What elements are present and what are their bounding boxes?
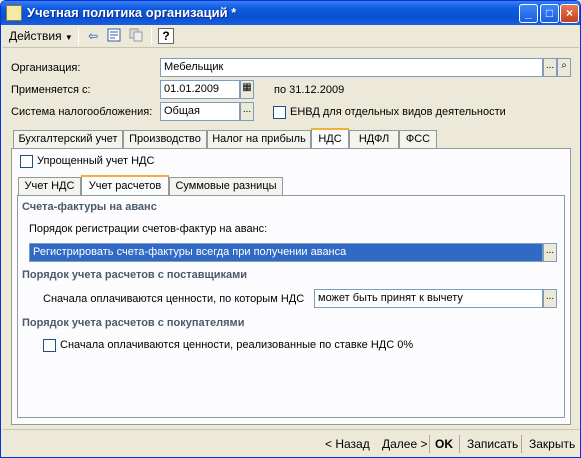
go-to-arrow-icon[interactable]: ⇦ [84, 28, 102, 45]
organization-select-button[interactable]: ... [543, 58, 557, 77]
simplified-nds-checkbox[interactable] [20, 155, 33, 168]
buyers-section-heading: Порядок учета расчетов с покупателями [22, 317, 245, 329]
tab-ndfl[interactable]: НДФЛ [349, 130, 399, 148]
calendar-icon[interactable]: ▦ [240, 80, 254, 99]
subtab-settlements[interactable]: Учет расчетов [81, 175, 169, 195]
period-end-text: по 31.12.2009 [274, 84, 345, 96]
close-window-button[interactable]: × [560, 4, 579, 23]
main-tabs: Бухгалтерский учет Производство Налог на… [13, 128, 573, 148]
minimize-button[interactable]: _ [519, 4, 538, 23]
bottom-command-bar: < Назад Далее > OK Записать Закрыть [3, 429, 579, 457]
next-button[interactable]: Далее > [382, 436, 428, 452]
invoices-section-heading: Счета-фактуры на аванс [22, 201, 157, 213]
settlements-panel: Счета-фактуры на аванс Порядок регистрац… [17, 195, 565, 418]
envd-checkbox[interactable] [273, 106, 286, 119]
organization-field[interactable]: Мебельщик [160, 58, 543, 77]
structure-icon[interactable] [105, 28, 123, 45]
ok-button[interactable]: OK [435, 436, 453, 452]
dropdown-arrow-icon: ▼ [64, 33, 73, 42]
nds-tab-panel: Упрощенный учет НДС Учет НДС Учет расчет… [11, 148, 571, 425]
separator [459, 435, 460, 453]
tab-profit-tax[interactable]: Налог на прибыль [207, 130, 311, 148]
suppliers-section-heading: Порядок учета расчетов с поставщиками [22, 269, 248, 281]
actions-menu[interactable]: Действия ▼ [9, 28, 73, 45]
help-icon[interactable]: ? [158, 28, 174, 44]
divider [22, 331, 558, 332]
simplified-nds-label: Упрощенный учет НДС [37, 155, 155, 167]
title-bar[interactable]: Учетная политика организаций * _ □ × [1, 1, 580, 25]
maximize-button[interactable]: □ [540, 4, 559, 23]
tab-accounting[interactable]: Бухгалтерский учет [13, 130, 123, 148]
back-button[interactable]: < Назад [325, 436, 370, 452]
tax-system-field[interactable]: Общая [160, 102, 240, 121]
buyers-zero-rate-checkbox[interactable] [43, 339, 56, 352]
divider [22, 283, 558, 284]
tax-system-select-button[interactable]: ... [240, 102, 254, 121]
applies-from-label: Применяется с: [11, 84, 91, 96]
actions-menu-label: Действия [9, 29, 62, 43]
main-window: Учетная политика организаций * _ □ × Дей… [0, 0, 581, 458]
copy-icon[interactable] [127, 28, 145, 45]
app-icon [6, 5, 22, 21]
subtab-nds-accounting[interactable]: Учет НДС [18, 177, 81, 195]
tab-production[interactable]: Производство [123, 130, 207, 148]
search-icon[interactable]: ⌕ [557, 58, 571, 77]
toolbar-separator [151, 28, 152, 45]
separator [429, 435, 430, 453]
save-button[interactable]: Записать [467, 436, 518, 452]
invoices-order-select-button[interactable]: ... [543, 243, 557, 262]
tab-nds[interactable]: НДС [311, 128, 349, 148]
envd-label: ЕНВД для отдельных видов деятельности [290, 106, 506, 118]
suppliers-order-field[interactable]: может быть принят к вычету [314, 289, 543, 308]
applies-from-date-field[interactable]: 01.01.2009 [160, 80, 240, 99]
suppliers-order-label: Сначала оплачиваются ценности, по которы… [43, 293, 305, 305]
invoices-order-field[interactable]: Регистрировать счета-фактуры всегда при … [29, 243, 543, 262]
buyers-zero-rate-label: Сначала оплачиваются ценности, реализова… [60, 339, 414, 351]
separator [521, 435, 522, 453]
organization-label: Организация: [11, 62, 81, 74]
divider [22, 215, 558, 216]
subtab-sum-differences[interactable]: Суммовые разницы [169, 177, 283, 195]
close-button[interactable]: Закрыть [529, 436, 575, 452]
window-title: Учетная политика организаций * [27, 5, 237, 20]
toolbar-separator [78, 28, 79, 45]
tab-fss[interactable]: ФСС [399, 130, 437, 148]
nds-subtabs: Учет НДС Учет расчетов Суммовые разницы [18, 175, 558, 195]
invoices-order-label: Порядок регистрации счетов-фактур на ава… [29, 223, 268, 235]
suppliers-order-select-button[interactable]: ... [543, 289, 557, 308]
tax-system-label: Система налогообложения: [11, 106, 153, 118]
toolbar: Действия ▼ ⇦ ? [3, 25, 579, 48]
